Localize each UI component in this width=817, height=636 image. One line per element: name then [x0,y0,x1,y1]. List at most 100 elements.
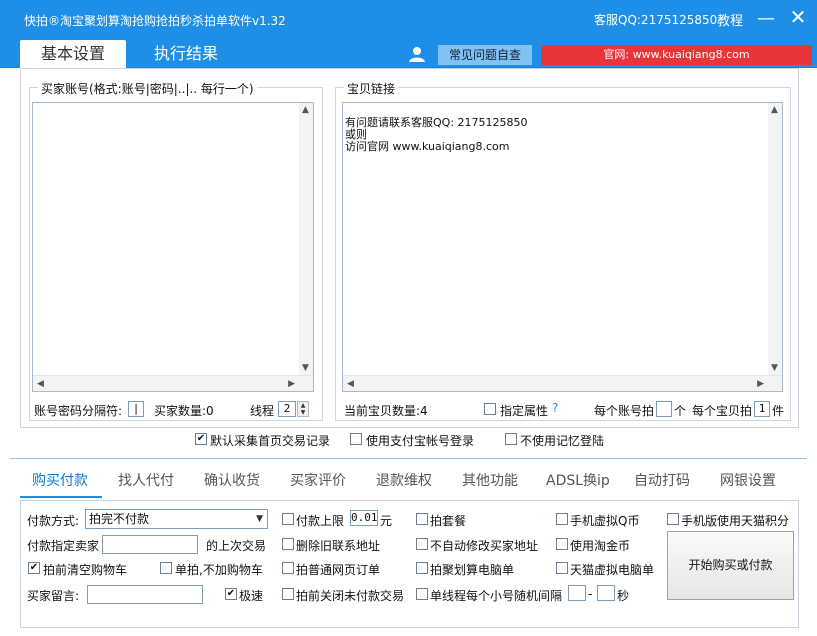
help-icon[interactable]: ? [552,401,558,415]
pay-limit-label: 付款上限 [296,514,345,528]
delete-old-address-label: 删除旧联系地址 [296,539,381,553]
interval-min-input[interactable] [568,585,586,601]
fast-label: 极速 [239,589,264,603]
virtual-q-label: 手机虚拟Q币 [570,514,640,528]
scroll-right-icon[interactable]: ▶ [757,379,764,389]
seller-label: 付款指定卖家 [27,539,100,553]
per-account-unit: 个 [674,404,687,418]
links-vertical-scrollbar[interactable]: ▲ ▼ [768,103,782,375]
package-checkbox[interactable] [416,513,428,525]
interval-max-input[interactable] [597,585,615,601]
no-modify-address-checkbox[interactable] [416,538,428,550]
tab-other[interactable]: 其他功能 [462,470,518,490]
basic-settings-panel: 买家账号(格式:账号|密码|..|.. 每行一个) ▲ ▼ ◀ ▶ 账号密码分隔… [20,68,799,428]
interval-dash: - [588,587,593,601]
package-label: 拍套餐 [430,514,467,528]
seller-input[interactable] [102,535,198,554]
tab-proxy-pay[interactable]: 找人代付 [118,470,174,490]
links-horizontal-scrollbar[interactable]: ◀ ▶ [343,375,782,391]
pay-limit-input[interactable]: 0.01 [350,510,378,526]
use-alipay-label: 使用支付宝帐号登录 [366,434,475,448]
threads-input[interactable]: 2 [278,401,296,417]
chevron-down-icon[interactable]: ▼ [256,510,263,528]
threads-spinner[interactable]: ▲ ▼ [297,401,309,417]
accounts-legend: 买家账号(格式:账号|密码|..|.. 每行一个) [38,80,257,97]
scroll-up-icon[interactable]: ▲ [302,105,309,115]
single-thread-label: 单线程每个小号随机间隔 [430,589,563,603]
official-site-banner[interactable]: 官网: www.kuaiqiang8.com [541,45,812,65]
threads-label: 线程 [250,404,275,418]
separator-input[interactable]: | [128,401,144,417]
message-input[interactable] [87,585,203,604]
specify-attr-label: 指定属性 [500,404,549,418]
minimize-button[interactable]: — [756,10,776,30]
scroll-left-icon[interactable]: ◀ [37,379,44,389]
use-alipay-checkbox[interactable] [350,433,362,445]
tab-execution-result[interactable]: 执行结果 [136,40,236,68]
interval-seconds: 秒 [617,589,630,603]
message-label: 买家留言: [27,589,80,603]
taobao-coin-checkbox[interactable] [556,538,568,550]
active-tab-indicator [20,496,102,498]
app-title: 快拍®淘宝聚划算淘抢购抢拍秒杀拍单软件v1.32 [24,14,286,28]
juhuasuan-pc-checkbox[interactable] [416,562,428,574]
tutorial-link[interactable]: 教程 [717,10,743,29]
accounts-textarea[interactable]: ▲ ▼ ◀ ▶ [32,102,314,392]
pay-method-label: 付款方式: [27,514,80,528]
tab-confirm-receipt[interactable]: 确认收货 [204,470,260,490]
tmall-virtual-label: 天猫虚拟电脑单 [570,563,655,577]
scroll-up-icon[interactable]: ▲ [771,105,778,115]
per-account-input[interactable] [656,401,672,417]
tab-basic-settings[interactable]: 基本设置 [20,40,126,68]
single-no-cart-checkbox[interactable] [160,562,172,574]
normal-page-label: 拍普通网页订单 [296,563,381,577]
scroll-down-icon[interactable]: ▼ [771,363,778,373]
tab-captcha[interactable]: 自动打码 [634,470,690,490]
user-icon[interactable] [408,46,426,62]
specify-attr-checkbox[interactable] [484,403,496,415]
start-buy-pay-button[interactable]: 开始购买或付款 [667,531,794,600]
scroll-left-icon[interactable]: ◀ [347,379,354,389]
scroll-right-icon[interactable]: ▶ [288,379,295,389]
no-memory-login-checkbox[interactable] [505,433,517,445]
faq-button[interactable]: 常见问题自查 [438,45,532,65]
tab-buyer-review[interactable]: 买家评价 [290,470,346,490]
pay-limit-checkbox[interactable] [282,513,294,525]
accounts-vertical-scrollbar[interactable]: ▲ ▼ [299,103,313,375]
juhuasuan-pc-label: 拍聚划算电脑单 [430,563,515,577]
close-unpaid-label: 拍前关闭未付款交易 [296,589,405,603]
per-item-input[interactable]: 1 [754,401,770,417]
clear-cart-checkbox[interactable]: ✔ [28,562,40,574]
tab-refund[interactable]: 退款维权 [376,470,432,490]
scroll-down-icon[interactable]: ▼ [302,363,309,373]
single-thread-checkbox[interactable] [416,588,428,600]
pay-limit-unit: 元 [380,514,393,528]
tab-bank[interactable]: 网银设置 [720,470,776,490]
last-trade-label: 的上次交易 [206,539,267,553]
tab-adsl[interactable]: ADSL换ip [546,470,610,490]
per-item-unit: 件 [772,404,785,418]
delete-old-address-checkbox[interactable] [282,538,294,550]
tmall-points-label: 手机版使用天猫积分 [681,514,790,528]
support-qq: 客服QQ:2175125850 [594,13,718,27]
accounts-group: 买家账号(格式:账号|密码|..|.. 每行一个) ▲ ▼ ◀ ▶ 账号密码分隔… [29,80,323,421]
normal-page-checkbox[interactable] [282,562,294,574]
tmall-points-checkbox[interactable] [667,513,679,525]
pay-method-select[interactable]: 拍完不付款 ▼ [85,509,268,529]
virtual-q-checkbox[interactable] [556,513,568,525]
single-no-cart-label: 单拍,不加购物车 [175,563,263,577]
item-links-group: 宝贝链接 有问题请联系客服QQ: 2175125850 或则 访问官网 www.… [335,80,791,421]
tab-buy-pay[interactable]: 购买付款 [32,470,88,490]
default-collect-checkbox[interactable]: ✔ [195,433,207,445]
close-unpaid-checkbox[interactable] [282,588,294,600]
item-links-textarea[interactable]: 有问题请联系客服QQ: 2175125850 或则 访问官网 www.kuaiq… [342,102,783,392]
no-modify-address-label: 不自动修改买家地址 [430,539,539,553]
default-collect-label: 默认采集首页交易记录 [210,434,331,448]
tmall-virtual-checkbox[interactable] [556,562,568,574]
accounts-horizontal-scrollbar[interactable]: ◀ ▶ [33,375,313,391]
item-links-legend: 宝贝链接 [344,80,399,97]
close-button[interactable]: ✕ [788,7,808,28]
fast-checkbox[interactable]: ✔ [225,588,237,600]
no-memory-login-label: 不使用记忆登陆 [520,434,605,448]
separator-label: 账号密码分隔符: [34,404,123,418]
